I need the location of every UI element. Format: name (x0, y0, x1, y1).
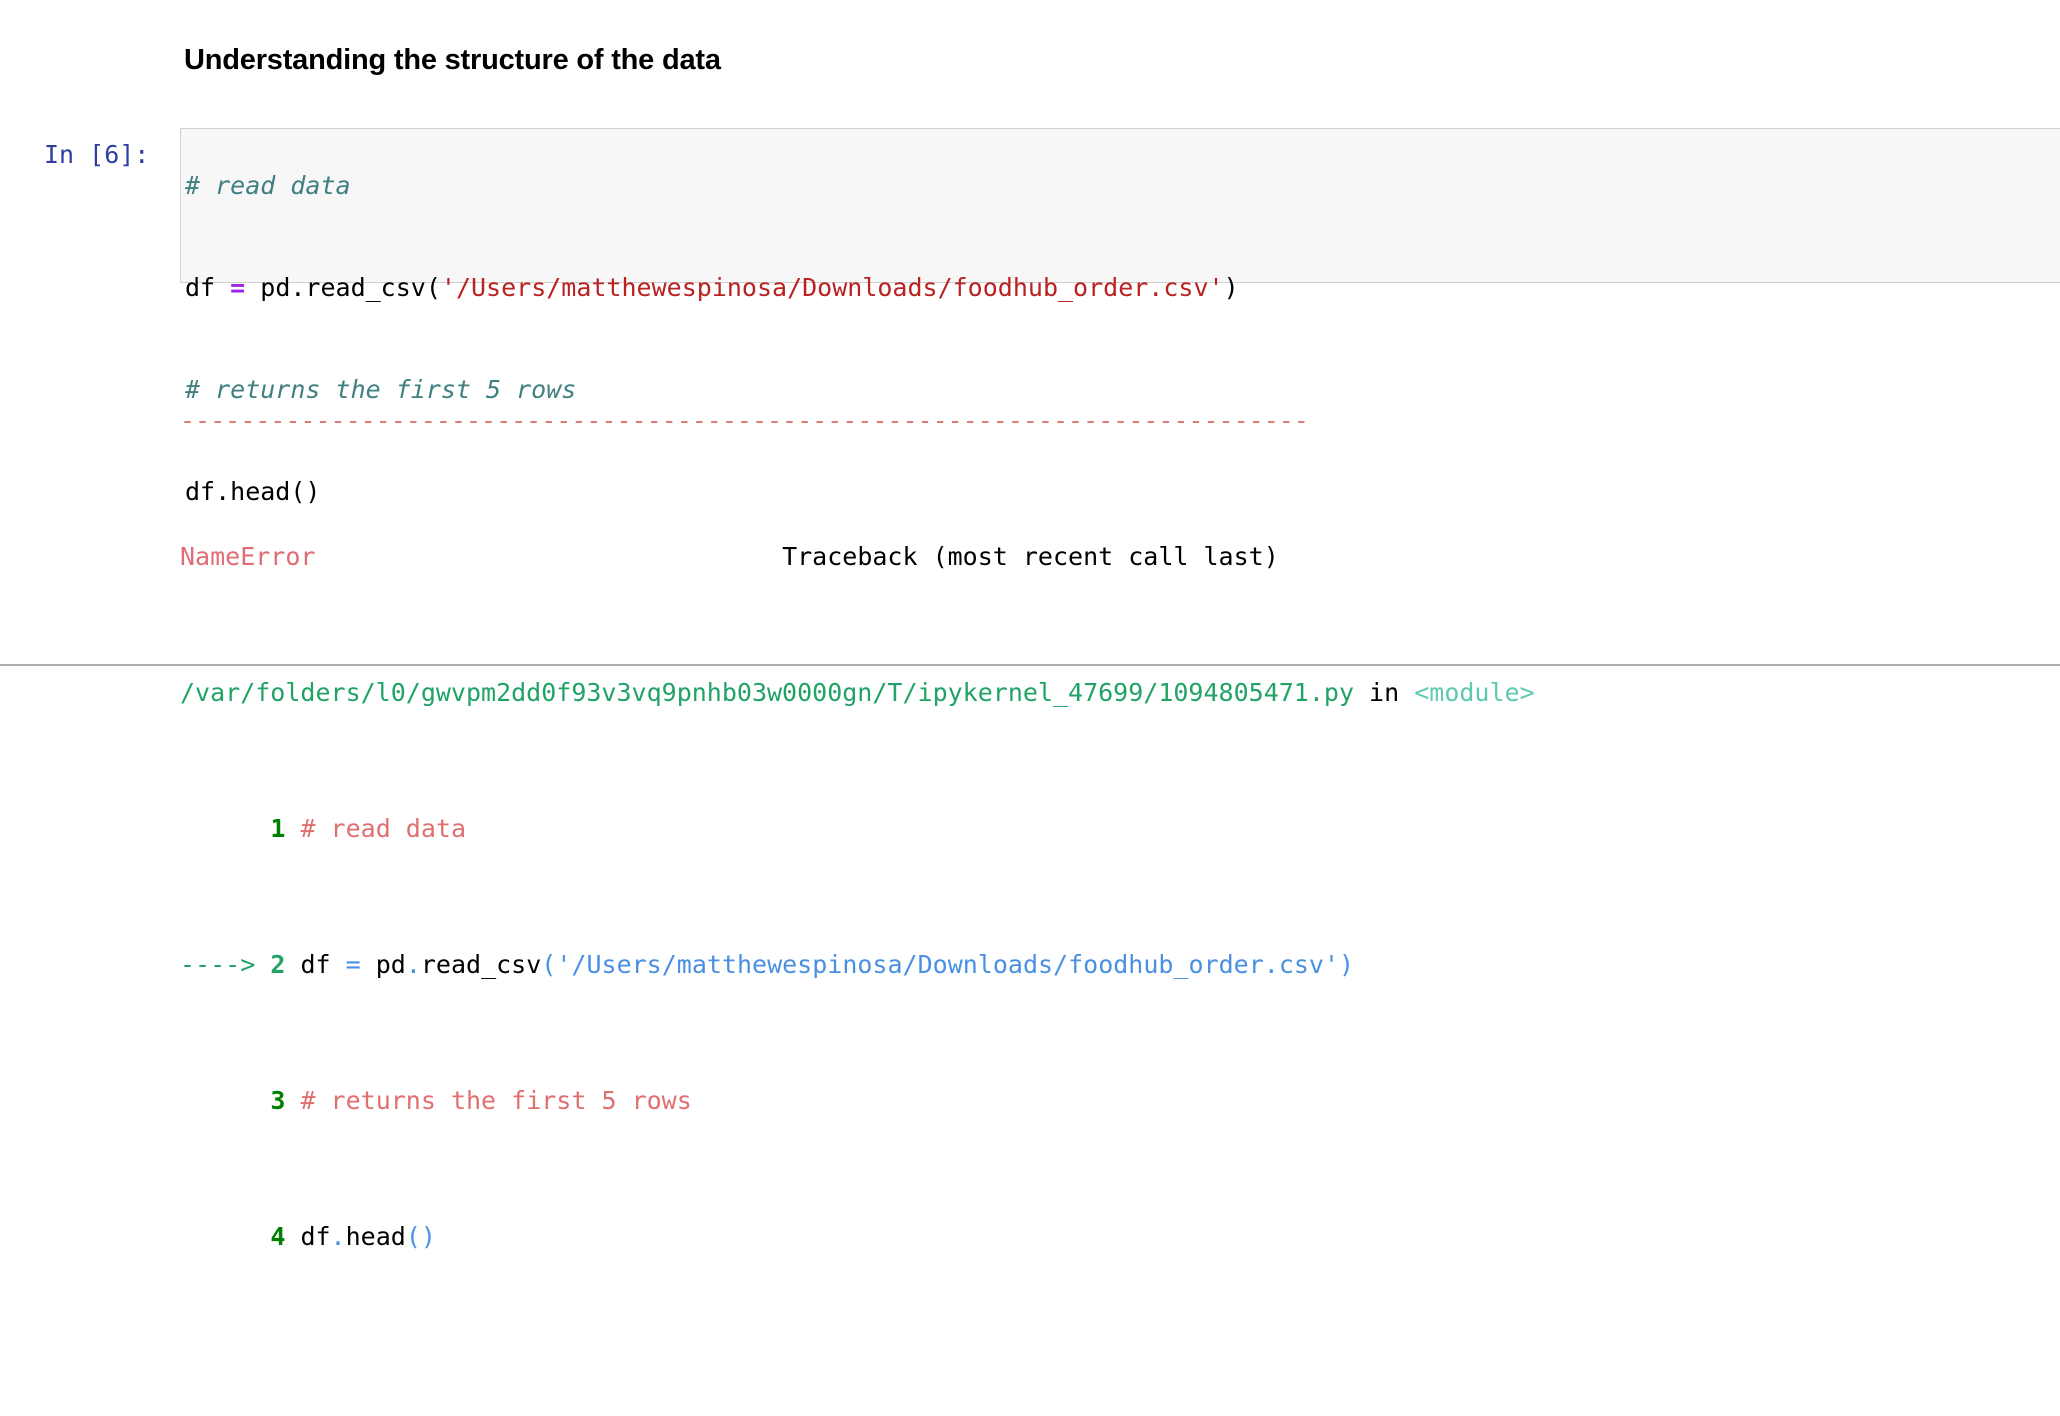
traceback-frame-location: /var/folders/l0/gwvpm2dd0f93v3vq9pnhb03w… (180, 676, 2040, 710)
cell-divider (0, 664, 2060, 666)
traceback-frame-line-2: ----> 2 df = pd.read_csv('/Users/matthew… (180, 948, 2040, 982)
code-line-2-part-3: ) (1223, 273, 1239, 302)
traceback-header-label: Traceback (most recent call last) (782, 542, 1279, 571)
traceback-header-line: NameError Traceback (most recent call la… (180, 540, 2040, 574)
code-line-2-string: '/Users/matthewespinosa/Downloads/foodhu… (440, 273, 1224, 302)
markdown-cell[interactable]: Understanding the structure of the data (0, 0, 2060, 100)
traceback-code-4-parens: () (405, 1222, 436, 1251)
traceback-frame-line-1: 1 # read data (180, 812, 2040, 846)
traceback-code-4-a: df (300, 1222, 331, 1251)
traceback-scope-name: <module> (1414, 678, 1535, 707)
traceback-code-2-op: = (345, 950, 361, 979)
traceback-header-gap (315, 542, 782, 571)
traceback-gap-2 (285, 950, 300, 979)
traceback-in-keyword: in (1354, 678, 1415, 707)
traceback-code-2-c: read_csv (420, 950, 542, 979)
traceback-code-2-a: df (300, 950, 346, 979)
traceback-gap-4 (285, 1222, 300, 1251)
traceback-arrow-1 (180, 814, 270, 843)
traceback-code-4-b: head (345, 1222, 406, 1251)
traceback-lineno-1: 1 (270, 814, 286, 843)
traceback-lineno-4: 4 (270, 1222, 286, 1251)
traceback-code-2-paren-close: ) (1339, 950, 1355, 979)
traceback-code-1: # read data (300, 814, 467, 843)
traceback-code-2-b: pd (360, 950, 406, 979)
code-line-2-operator: = (230, 273, 246, 302)
page-title: Understanding the structure of the data (184, 44, 721, 76)
traceback-frame-line-3: 3 # returns the first 5 rows (180, 1084, 2040, 1118)
traceback-file-path: /var/folders/l0/gwvpm2dd0f93v3vq9pnhb03w… (180, 678, 1354, 707)
traceback-gap-1 (285, 814, 300, 843)
traceback-code-2-paren-open: ( (541, 950, 557, 979)
traceback-arrow-3 (180, 1086, 270, 1115)
traceback-lineno-2: 2 (270, 950, 286, 979)
code-line-2-part-1: df (185, 273, 231, 302)
traceback-blank-line (180, 1356, 2040, 1390)
code-cell[interactable]: In [6]: # read data df = pd.read_csv('/U… (0, 128, 2060, 506)
traceback-frame-line-4: 4 df.head() (180, 1220, 2040, 1254)
traceback-arrow-2: ----> (180, 950, 271, 979)
traceback-arrow-4 (180, 1222, 270, 1251)
traceback-error-name: NameError (180, 542, 316, 571)
input-prompt-label: In [6]: (44, 140, 150, 169)
code-line-2-part-2: pd.read_csv( (245, 273, 441, 302)
jupyter-notebook-page: Understanding the structure of the data … (0, 0, 2060, 1251)
traceback-code-2-dot: . (405, 950, 421, 979)
traceback-lineno-3: 3 (270, 1086, 286, 1115)
code-line-1-comment: # read data (185, 171, 351, 200)
traceback-code-2-string: '/Users/matthewespinosa/Downloads/foodhu… (556, 950, 1340, 979)
output-traceback: ----------------------------------------… (180, 302, 2040, 1416)
traceback-code-3: # returns the first 5 rows (300, 1086, 692, 1115)
traceback-code-4-dot: . (330, 1222, 346, 1251)
traceback-separator-line: ----------------------------------------… (180, 406, 1309, 435)
traceback-gap-3 (285, 1086, 300, 1115)
code-editor[interactable]: # read data df = pd.read_csv('/Users/mat… (180, 128, 2060, 506)
